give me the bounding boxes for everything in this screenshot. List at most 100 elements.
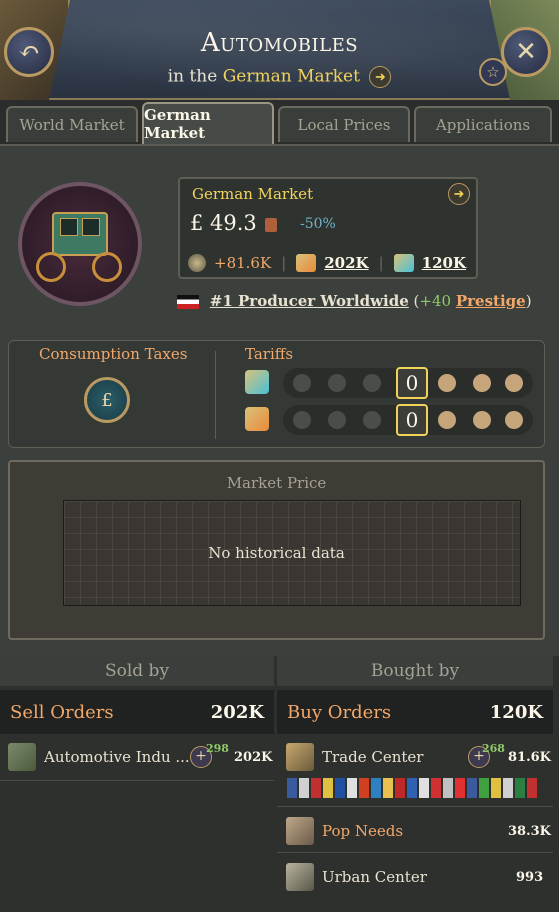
flag-icon: [515, 778, 525, 798]
tab-applications[interactable]: Applications: [414, 106, 552, 142]
building-level-badge: 298: [206, 742, 229, 755]
buy-volume-link[interactable]: 120K: [422, 254, 466, 272]
import-tariff-row: 0: [245, 367, 533, 399]
producer-rank-text: #1 Producer Worldwide: [209, 292, 409, 310]
urban-center-icon: [286, 863, 314, 891]
factory-building-icon: [8, 743, 36, 771]
buy-orders-label: Buy Orders: [287, 701, 392, 723]
tariff-step[interactable]: [293, 374, 311, 392]
market-price-title: Market Price: [226, 474, 327, 492]
tab-german-market[interactable]: German Market: [142, 102, 274, 144]
building-name: Urban Center: [322, 868, 427, 886]
list-item[interactable]: Pop Needs: [286, 816, 466, 846]
building-name: Trade Center: [322, 748, 424, 766]
balance-icon: [188, 254, 206, 272]
price-text: £ 49.3: [190, 211, 257, 235]
flag-icon: [347, 778, 357, 798]
pops-icon: [286, 817, 314, 845]
building-amount: 993: [516, 870, 544, 885]
tariff-step[interactable]: [293, 411, 311, 429]
tab-bar: World Market German Market Local Prices …: [0, 100, 559, 144]
buy-orders-total: 120K: [489, 701, 543, 723]
producer-rank[interactable]: #1 Producer Worldwide (+40 Prestige): [177, 292, 532, 310]
subtitle-market-link[interactable]: German Market: [223, 67, 360, 87]
import-tariff-slider[interactable]: 0: [283, 367, 533, 399]
sold-by-header: Sold by: [0, 656, 274, 686]
flag-icon: [443, 778, 453, 798]
subtitle-prefix: in the: [167, 66, 218, 87]
tariff-step[interactable]: [363, 374, 381, 392]
building-level-badge: 268: [482, 742, 505, 755]
list-item[interactable]: Automotive Indu ...: [8, 740, 270, 774]
flag-icon: [467, 778, 477, 798]
flag-icon: [479, 778, 489, 798]
export-tariff-row: 0: [245, 404, 533, 436]
country-flags-strip: [287, 778, 542, 798]
flag-icon: [491, 778, 501, 798]
building-amount: 202K: [234, 750, 273, 765]
flag-icon: [383, 778, 393, 798]
tariff-step[interactable]: [363, 411, 381, 429]
separator: |: [378, 254, 384, 272]
price-percent: -50%: [300, 216, 336, 232]
flag-icon: [359, 778, 369, 798]
list-item[interactable]: Trade Center: [286, 742, 466, 772]
goto-market-icon[interactable]: ➜: [369, 66, 392, 88]
tariff-step[interactable]: [438, 374, 456, 392]
consumption-tax-button[interactable]: £: [84, 377, 130, 423]
sell-orders-label: Sell Orders: [10, 701, 114, 723]
no-data-message: No historical data: [208, 544, 345, 562]
sell-volume-link[interactable]: 202K: [324, 254, 368, 272]
tab-local-prices[interactable]: Local Prices: [278, 106, 410, 142]
building-amount: 81.6K: [508, 750, 551, 765]
price-value: £ 49.3: [190, 211, 277, 235]
flag-icon: [371, 778, 381, 798]
goto-market-arrow-icon[interactable]: ➜: [448, 183, 470, 205]
tariff-step[interactable]: [505, 411, 523, 429]
carriage-icon: [34, 204, 126, 284]
building-amount: 38.3K: [508, 824, 551, 839]
flag-icon: [299, 778, 309, 798]
automobile-goods-icon: [18, 182, 142, 306]
info-market-name: German Market: [192, 185, 314, 203]
buy-orders-icon: [393, 254, 414, 272]
sell-orders-header: Sell Orders 202K: [0, 690, 274, 734]
taxes-panel: Consumption Taxes £ Tariffs 0 0: [8, 340, 545, 448]
pop-needs-link[interactable]: Pop Needs: [322, 822, 403, 840]
sell-orders-total: 202K: [210, 701, 264, 723]
building-name: Automotive Indu ...: [44, 748, 190, 766]
flag-icon: [395, 778, 405, 798]
page-title: Automobiles: [200, 28, 359, 58]
consumption-taxes-label: Consumption Taxes: [39, 345, 188, 363]
tariff-step[interactable]: [328, 411, 346, 429]
prestige-value: +40: [419, 292, 452, 310]
flag-icon: [323, 778, 333, 798]
balance-value: +81.6K: [214, 254, 272, 272]
export-icon: [245, 407, 269, 431]
german-flag-icon: [177, 295, 199, 309]
export-tariff-slider[interactable]: 0: [283, 404, 533, 436]
page-subtitle: in the German Market ➜: [0, 66, 559, 88]
export-tariff-value[interactable]: 0: [396, 404, 428, 436]
separator: |: [281, 254, 287, 272]
tariff-step[interactable]: [473, 411, 491, 429]
header: ↶ ✕ ☆ Automobiles in the German Market ➜: [0, 0, 559, 100]
import-tariff-value[interactable]: 0: [396, 367, 428, 399]
tariff-step[interactable]: [505, 374, 523, 392]
market-balance-row: +81.6K | 202K | 120K: [188, 251, 472, 275]
flag-icon: [503, 778, 513, 798]
tab-world-market[interactable]: World Market: [6, 106, 138, 142]
flag-icon: [311, 778, 321, 798]
sell-orders-icon: [296, 254, 317, 272]
tariff-step[interactable]: [438, 411, 456, 429]
pound-tag-icon: £: [101, 389, 113, 411]
flag-icon: [431, 778, 441, 798]
paren-close: ): [525, 292, 532, 310]
flag-icon: [455, 778, 465, 798]
tariff-step[interactable]: [473, 374, 491, 392]
list-item[interactable]: Urban Center: [286, 862, 466, 892]
trade-center-icon: [286, 743, 314, 771]
divider: [277, 852, 553, 853]
tariff-step[interactable]: [328, 374, 346, 392]
prestige-label: Prestige: [455, 292, 526, 310]
